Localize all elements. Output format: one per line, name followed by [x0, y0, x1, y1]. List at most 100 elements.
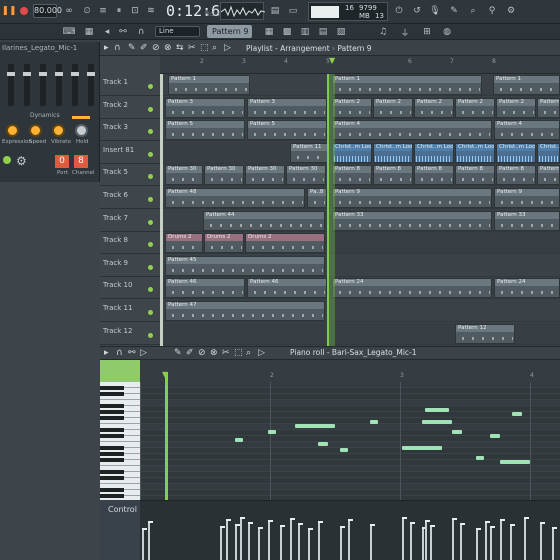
- velocity-handle[interactable]: [370, 524, 375, 526]
- slice-icon[interactable]: ✂: [222, 348, 230, 358]
- menu-arrow-icon[interactable]: ▸: [104, 348, 109, 358]
- mute-icon[interactable]: ⊗: [210, 348, 218, 358]
- track-header[interactable]: Track 9: [100, 255, 160, 277]
- midi-note[interactable]: [422, 420, 452, 424]
- velocity-bar[interactable]: [220, 528, 222, 560]
- velocity-handle[interactable]: [402, 517, 407, 519]
- pattern-clip[interactable]: Pattern 30: [165, 165, 203, 186]
- select-icon[interactable]: ⬚: [234, 348, 243, 358]
- velocity-bar[interactable]: [298, 525, 300, 560]
- velocity-bar[interactable]: [430, 527, 432, 560]
- play-icon[interactable]: ▷: [140, 348, 147, 358]
- track-header[interactable]: Track 12: [100, 323, 160, 345]
- pattern-clip[interactable]: Pattern 30: [204, 165, 244, 186]
- velocity-bar[interactable]: [402, 519, 404, 560]
- pattern-clip[interactable]: Pattern 46: [247, 278, 327, 299]
- zoom-icon[interactable]: ⌕: [246, 348, 251, 358]
- settings-gear-icon[interactable]: ⚙: [16, 154, 27, 168]
- velocity-handle[interactable]: [268, 520, 273, 522]
- velocity-bar[interactable]: [425, 522, 427, 560]
- draw-icon[interactable]: ✎: [128, 43, 136, 53]
- track-led[interactable]: [148, 106, 153, 112]
- wait-icon[interactable]: ⏸: [112, 4, 126, 18]
- channel-rack-icon[interactable]: ▤: [316, 25, 330, 39]
- velocity-handle[interactable]: [524, 517, 529, 519]
- velocity-bar[interactable]: [460, 525, 462, 560]
- pattern-clip[interactable]: Pattern 1: [493, 75, 560, 95]
- velocity-handle[interactable]: [258, 527, 263, 529]
- black-key[interactable]: [100, 488, 124, 492]
- pattern-clip[interactable]: Pattern 46: [165, 278, 245, 299]
- track-led[interactable]: [148, 174, 153, 180]
- loop-icon[interactable]: ∞: [62, 4, 76, 18]
- track-header[interactable]: Track 11: [100, 300, 160, 322]
- plug-icon[interactable]: ⏚: [398, 25, 412, 39]
- power-icon[interactable]: ⏻: [392, 4, 406, 18]
- pattern-clip[interactable]: Pattern 2: [537, 97, 560, 118]
- vibrato-knob[interactable]: [52, 124, 65, 137]
- velocity-bar[interactable]: [485, 523, 487, 560]
- velocity-handle[interactable]: [490, 526, 495, 528]
- velocity-handle[interactable]: [425, 520, 430, 522]
- pattern-clip[interactable]: Drums 2: [165, 233, 203, 254]
- midi-note[interactable]: [476, 456, 484, 460]
- velocity-bar[interactable]: [524, 519, 526, 560]
- velocity-bar[interactable]: [240, 519, 242, 560]
- pattern-clip[interactable]: Pattern 2: [455, 97, 495, 118]
- piano-keyboard[interactable]: [100, 382, 140, 502]
- velocity-bar[interactable]: [308, 530, 310, 560]
- plugin-icon[interactable]: ⚲: [485, 4, 499, 18]
- black-key[interactable]: [100, 392, 124, 396]
- black-key[interactable]: [100, 452, 124, 456]
- track-led[interactable]: [148, 264, 153, 270]
- playlist-timeline[interactable]: 2 3 4 5 6 7 8 ▼: [160, 56, 560, 74]
- speed-knob[interactable]: [29, 124, 42, 137]
- pattern-clip[interactable]: Pattern 47: [165, 301, 325, 321]
- keyboard-icon[interactable]: ⌨: [62, 25, 76, 39]
- macro-slider[interactable]: [7, 64, 15, 106]
- black-key[interactable]: [100, 446, 124, 450]
- pattern-clip[interactable]: Pattern 1: [168, 75, 250, 95]
- playback-icon[interactable]: ▷: [258, 348, 265, 358]
- midi-note[interactable]: [235, 438, 243, 442]
- velocity-handle[interactable]: [410, 522, 415, 524]
- track-led[interactable]: [148, 310, 153, 315]
- velocity-handle[interactable]: [226, 519, 231, 521]
- velocity-handle[interactable]: [485, 521, 490, 523]
- pattern-clip[interactable]: Pattern 12: [455, 323, 515, 344]
- black-key[interactable]: [100, 410, 124, 414]
- velocity-handle[interactable]: [552, 527, 557, 529]
- midi-note[interactable]: [318, 442, 328, 446]
- velocity-handle[interactable]: [510, 524, 515, 526]
- midi-note[interactable]: [340, 448, 348, 452]
- patterns-icon[interactable]: ▩: [280, 25, 294, 39]
- channel-value[interactable]: 8: [74, 155, 88, 168]
- velocity-bar[interactable]: [235, 526, 237, 560]
- velocity-bar[interactable]: [142, 530, 144, 560]
- microphone-icon[interactable]: 🎙: [428, 4, 442, 18]
- pattern-clip[interactable]: Christ..m Loop: [414, 142, 454, 163]
- pattern-clip[interactable]: Pattern 8: [373, 165, 413, 186]
- macro-slider[interactable]: [23, 64, 31, 106]
- pattern-clip[interactable]: Pattern 8: [455, 165, 495, 186]
- step-icon[interactable]: ≡: [96, 4, 110, 18]
- velocity-bar[interactable]: [510, 526, 512, 560]
- midi-note[interactable]: [370, 420, 378, 424]
- pattern-clip[interactable]: Pattern 5: [247, 120, 327, 141]
- select-icon[interactable]: ⬚: [200, 43, 209, 53]
- fx-icon[interactable]: ✎: [447, 4, 461, 18]
- velocity-bar[interactable]: [348, 521, 350, 560]
- pattern-clip[interactable]: Pattern 11: [290, 142, 328, 163]
- pattern-clip[interactable]: Pattern 33: [332, 210, 492, 231]
- pattern-clip[interactable]: Pattern 8: [537, 165, 560, 186]
- pattern-clip[interactable]: Christ..: [537, 142, 560, 163]
- slice-icon[interactable]: ✂: [188, 43, 196, 53]
- play-pause-icon[interactable]: ❚❚: [1, 4, 16, 18]
- black-key[interactable]: [100, 404, 124, 408]
- velocity-bar[interactable]: [258, 529, 260, 560]
- pattern-clip[interactable]: Pattern 3: [247, 97, 327, 118]
- pattern-clip[interactable]: Pattern 48: [165, 188, 305, 208]
- typing-keyboard-icon[interactable]: ▦: [82, 25, 96, 39]
- playlist-grid[interactable]: Pattern 1 Pattern 1 Pattern 1 Pattern 3 Patt…: [160, 74, 560, 346]
- pattern-clip[interactable]: Christ..m Loop: [496, 142, 536, 163]
